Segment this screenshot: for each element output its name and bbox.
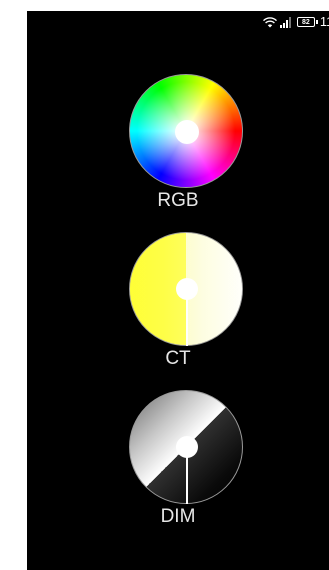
signal-icon	[279, 16, 292, 28]
wifi-icon	[262, 16, 277, 28]
battery-level: 82	[301, 18, 310, 26]
status-bar: 82 11:	[27, 11, 329, 33]
ct-selector-handle[interactable]	[176, 278, 198, 300]
rgb-selector-handle[interactable]	[175, 120, 199, 144]
ct-temperature-wheel[interactable]	[129, 232, 243, 346]
app-screen: 82 11: RGB CT DIM	[27, 11, 329, 570]
ct-label: CT	[165, 348, 191, 369]
rgb-label: RGB	[157, 190, 199, 211]
dim-label: DIM	[160, 506, 196, 527]
status-time: 11:	[319, 14, 329, 29]
rgb-color-wheel[interactable]	[129, 74, 243, 188]
dim-selector-handle[interactable]	[176, 436, 198, 458]
battery-icon: 82	[296, 17, 318, 27]
status-icons: 82 11:	[262, 14, 329, 30]
dim-brightness-wheel[interactable]	[129, 390, 243, 504]
